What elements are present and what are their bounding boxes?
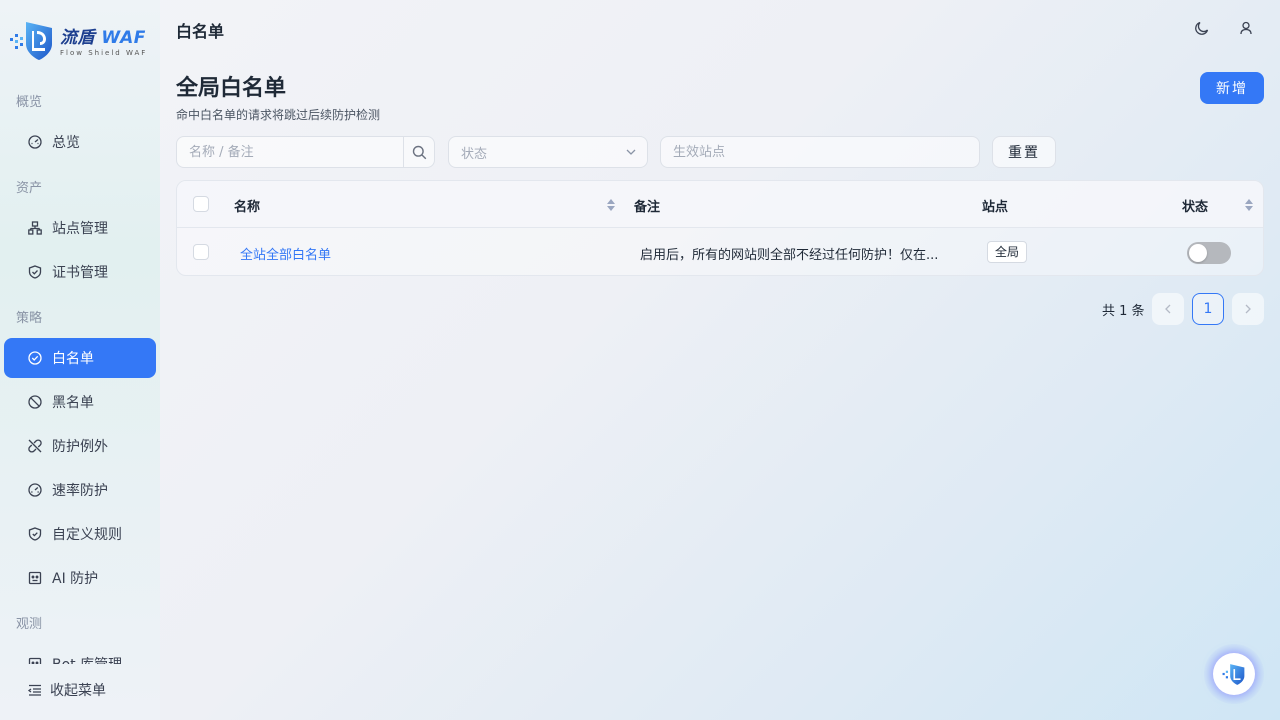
check-circle-icon bbox=[28, 351, 42, 365]
shield-logo-icon bbox=[1222, 664, 1245, 685]
sidebar-item-label: Bot 库管理 bbox=[52, 654, 122, 664]
toggle-knob bbox=[1189, 244, 1207, 262]
sort-icon[interactable] bbox=[1244, 197, 1254, 213]
shield-logo-icon bbox=[10, 22, 52, 60]
sidebar-item-label: 防护例外 bbox=[52, 439, 108, 455]
whitelist-table: 名称 备注 站点 状态 全站全部白名单 启用后，所有的网站则全部不经过任何防护！… bbox=[176, 180, 1264, 276]
status-toggle[interactable] bbox=[1187, 242, 1231, 264]
sidebar-item-label: 速率防护 bbox=[52, 483, 108, 499]
sidebar-item-custom-rules[interactable]: 自定义规则 bbox=[4, 514, 156, 554]
column-header-remark: 备注 bbox=[634, 200, 661, 215]
dashboard-icon bbox=[28, 135, 42, 149]
link-off-icon bbox=[28, 439, 42, 453]
nav-section-assets: 资产 bbox=[16, 181, 43, 196]
site-tag: 全局 bbox=[987, 241, 1028, 263]
chevron-down-icon bbox=[626, 149, 636, 155]
assistant-button[interactable] bbox=[1213, 653, 1255, 695]
row-remark: 启用后，所有的网站则全部不经过任何防护！仅在... bbox=[640, 248, 939, 263]
reset-button[interactable]: 重置 bbox=[992, 136, 1056, 168]
brand-name-en: WAF bbox=[101, 28, 146, 48]
sidebar-item-label: AI 防护 bbox=[52, 571, 99, 587]
ban-icon bbox=[28, 395, 42, 409]
user-icon bbox=[1240, 21, 1252, 35]
status-select[interactable]: 状态 bbox=[448, 136, 648, 168]
select-all-checkbox[interactable] bbox=[193, 196, 209, 212]
sidebar-item-label: 证书管理 bbox=[52, 265, 108, 281]
robot-icon bbox=[28, 571, 42, 585]
search-icon bbox=[412, 145, 427, 159]
page-title: 全局白名单 bbox=[176, 76, 287, 101]
sidebar-item-label: 黑名单 bbox=[52, 395, 94, 411]
chevron-right-icon bbox=[1245, 304, 1251, 314]
site-filter-input[interactable] bbox=[660, 136, 980, 168]
column-header-status: 状态 bbox=[1182, 200, 1209, 215]
moon-icon bbox=[1195, 21, 1209, 35]
page-button-current[interactable]: 1 bbox=[1192, 293, 1224, 325]
page-header-title: 白名单 bbox=[176, 22, 225, 41]
collapse-menu-label: 收起菜单 bbox=[50, 683, 106, 699]
row-name-link[interactable]: 全站全部白名单 bbox=[240, 244, 331, 263]
nav-section-overview: 概览 bbox=[16, 95, 43, 110]
search-button[interactable] bbox=[403, 136, 435, 168]
sidebar-item-overview[interactable]: 总览 bbox=[4, 122, 156, 162]
row-checkbox[interactable] bbox=[193, 244, 209, 260]
brand-tagline: Flow Shield WAF bbox=[60, 49, 148, 57]
sidebar-item-exceptions[interactable]: 防护例外 bbox=[4, 426, 156, 466]
shield-check-icon bbox=[28, 265, 42, 279]
column-header-name: 名称 bbox=[234, 200, 261, 215]
sidebar-item-label: 总览 bbox=[52, 135, 80, 151]
sidebar-item-whitelist[interactable]: 白名单 bbox=[4, 338, 156, 378]
column-header-site: 站点 bbox=[982, 200, 1009, 215]
sidebar-item-label: 站点管理 bbox=[52, 221, 108, 237]
sidebar-item-label: 白名单 bbox=[52, 351, 94, 367]
sidebar: 流盾 WAF Flow Shield WAF 概览 总览 资产 站点管理 证书管… bbox=[0, 0, 160, 720]
chevron-left-icon bbox=[1165, 304, 1171, 314]
search-input[interactable] bbox=[176, 136, 435, 168]
sidebar-item-certs[interactable]: 证书管理 bbox=[4, 252, 156, 292]
indent-icon bbox=[28, 683, 42, 697]
status-select-placeholder: 状态 bbox=[461, 146, 488, 162]
sidebar-item-rate-limit[interactable]: 速率防护 bbox=[4, 470, 156, 510]
gauge-icon bbox=[28, 483, 42, 497]
sidebar-item-label: 自定义规则 bbox=[52, 527, 122, 543]
theme-toggle-button[interactable] bbox=[1190, 16, 1214, 40]
pagination-total: 共 1 条 bbox=[1102, 304, 1145, 319]
nav-section-observe: 观测 bbox=[16, 617, 43, 632]
sidebar-scroll-clip: Bot 库管理 bbox=[0, 650, 160, 664]
brand-name-cn: 流盾 bbox=[60, 28, 95, 48]
sidebar-item-sites[interactable]: 站点管理 bbox=[4, 208, 156, 248]
bot-icon bbox=[28, 657, 42, 664]
collapse-menu-button[interactable]: 收起菜单 bbox=[28, 680, 106, 700]
table-header: 名称 备注 站点 状态 bbox=[177, 181, 1263, 228]
sidebar-item-bot-library[interactable]: Bot 库管理 bbox=[4, 650, 156, 664]
user-menu-button[interactable] bbox=[1234, 16, 1258, 40]
prev-page-button[interactable] bbox=[1152, 293, 1184, 325]
sort-icon[interactable] bbox=[606, 197, 616, 213]
next-page-button[interactable] bbox=[1232, 293, 1264, 325]
logo[interactable]: 流盾 WAF Flow Shield WAF bbox=[10, 18, 147, 62]
sitemap-icon bbox=[28, 221, 42, 235]
add-button[interactable]: 新增 bbox=[1200, 72, 1264, 104]
sidebar-item-ai-protection[interactable]: AI 防护 bbox=[4, 558, 156, 598]
sidebar-item-blacklist[interactable]: 黑名单 bbox=[4, 382, 156, 422]
page-subtitle: 命中白名单的请求将跳过后续防护检测 bbox=[176, 108, 381, 122]
shield-icon bbox=[28, 527, 42, 541]
nav-section-policy: 策略 bbox=[16, 311, 43, 326]
